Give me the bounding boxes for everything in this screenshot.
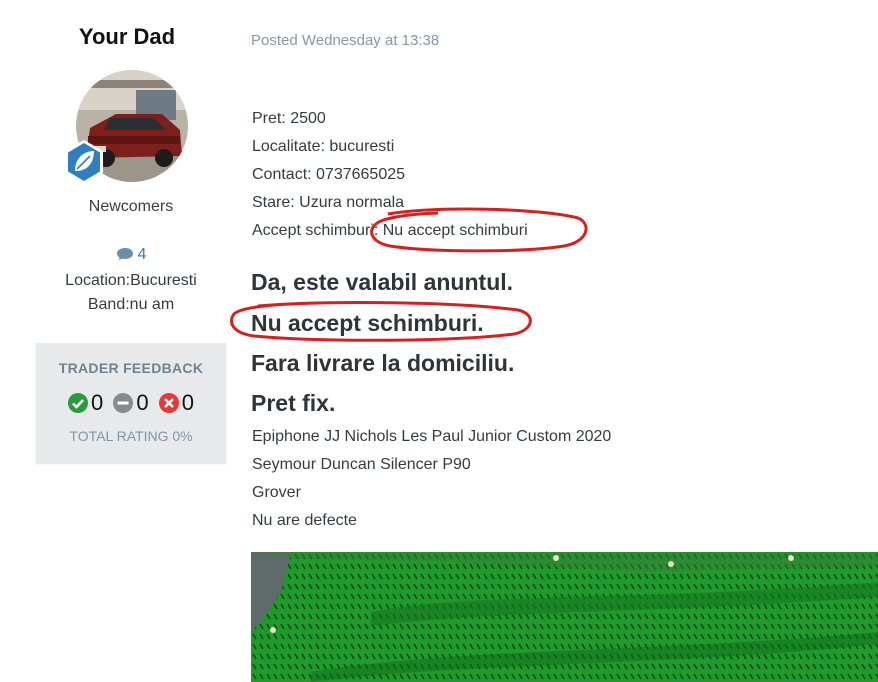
post-count[interactable]: 4 — [0, 246, 262, 264]
negative-count: 0 — [181, 390, 194, 415]
detail-line: Localitate: bucuresti — [252, 138, 395, 155]
trader-feedback-title: TRADER FEEDBACK — [58, 360, 204, 376]
detail-line: Contact: 0737665025 — [252, 166, 406, 183]
bold-line: Da, este valabil anuntul. — [251, 269, 514, 295]
annotation-ellipse — [230, 301, 532, 342]
bold-line: Fara livrare la domiciliu. — [251, 350, 515, 376]
detail-line: Pret: 2500 — [252, 110, 326, 127]
spec-line: Seymour Duncan Silencer P90 — [252, 456, 471, 473]
positive-count: 0 — [91, 390, 104, 415]
negative-feedback[interactable]: 0 — [158, 390, 194, 416]
neutral-count: 0 — [136, 390, 149, 415]
user-group: Newcomers — [88, 198, 174, 215]
author-panel: Your Dad Newcomers 4 Location:Bucuresti … — [0, 0, 250, 682]
check-circle-icon — [68, 393, 88, 413]
rank-leaf-icon — [60, 138, 108, 186]
trader-feedback-box[interactable]: TRADER FEEDBACK 0 0 0 TOTAL RATING 0% — [36, 343, 226, 463]
minus-circle-icon — [113, 393, 134, 413]
location: Location:Bucuresti — [65, 272, 197, 289]
comment-icon — [116, 248, 133, 260]
post-image[interactable] — [251, 552, 878, 682]
band: Band:nu am — [87, 296, 175, 313]
author-name[interactable]: Your Dad — [0, 24, 254, 50]
spec-line: Epiphone JJ Nichols Les Paul Junior Cust… — [252, 428, 612, 445]
positive-feedback[interactable]: 0 — [68, 390, 103, 416]
spec-line: Nu are defecte — [252, 512, 357, 529]
trader-total-rating: TOTAL RATING 0% — [69, 428, 193, 444]
neutral-feedback[interactable]: 0 — [113, 390, 149, 416]
annotation-ellipse — [370, 207, 588, 253]
trader-feedback-counts: 0 0 0 — [36, 390, 226, 419]
x-circle-icon — [158, 393, 179, 413]
spec-line: Grover — [252, 484, 301, 501]
post-count-value: 4 — [137, 246, 147, 263]
post-date[interactable]: Posted Wednesday at 13:38 — [251, 32, 439, 49]
bold-line: Pret fix. — [251, 390, 336, 416]
